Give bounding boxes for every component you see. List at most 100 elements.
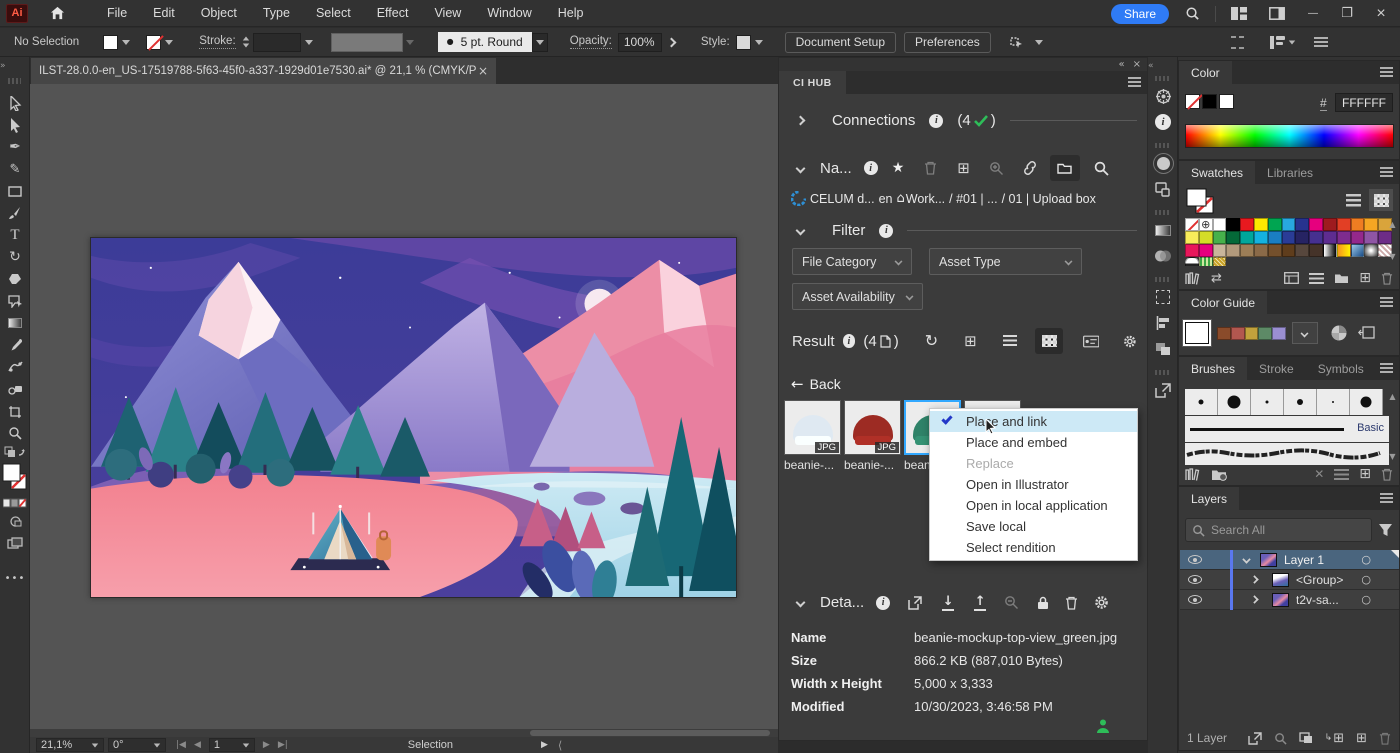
style-swatch[interactable] [736,35,751,50]
screen-mode-icon[interactable] [0,532,30,554]
swatches-panel-menu-icon[interactable] [1380,167,1393,177]
swatch-grid[interactable] [1185,218,1392,266]
swatch[interactable] [1199,244,1213,257]
swatch[interactable] [1351,244,1365,257]
swatch-grid-view-icon-active[interactable] [1369,189,1393,211]
details-info-icon[interactable]: i [876,596,890,610]
swatch[interactable] [1268,218,1282,231]
symbol-sprayer-tool[interactable] [0,378,30,400]
download-icon[interactable]: ↓ [942,595,954,611]
favorite-star-icon[interactable]: ★ [892,161,905,175]
snap-options-icon[interactable] [1001,31,1031,53]
swatch-scroll-up-icon[interactable]: ▲ [1389,221,1396,229]
window-close-button[interactable]: × [1368,3,1394,25]
swatch[interactable] [1378,231,1392,244]
swatch[interactable] [1240,244,1254,257]
tab-color-guide[interactable]: Color Guide [1179,291,1267,314]
swatch[interactable] [1185,231,1199,244]
prev-artboard-icon[interactable]: ◀ [194,741,201,750]
add-result-icon[interactable]: ⊞ [964,334,977,349]
base-color-swatch[interactable] [1185,322,1209,344]
visibility-eye-icon[interactable] [1188,575,1202,584]
harmony-swatches[interactable] [1217,327,1286,340]
swatch[interactable] [1364,231,1378,244]
horizontal-scrollbar[interactable] [30,729,778,737]
document-tab[interactable]: ILST-28.0.0-en_US-17519788-5f63-45f0-a33… [31,58,496,84]
image-thumbnail[interactable] [1272,593,1289,607]
swatch[interactable] [1213,257,1227,266]
breadcrumb-seg2[interactable]: / 01 | Upload box [1002,192,1096,206]
basic-brush-row[interactable]: Basic [1185,416,1389,442]
layer-row-group[interactable]: <Group> ○ [1180,570,1399,590]
expand-dock-icon[interactable]: « [1148,62,1154,74]
brush-swatch[interactable] [1350,389,1383,415]
rectangle-tool[interactable] [0,180,30,202]
preferences-button[interactable]: Preferences [904,32,991,53]
shape-builder-tool[interactable] [0,290,30,312]
swatch[interactable] [1351,231,1365,244]
brush-swatch[interactable] [1317,389,1350,415]
swatch[interactable] [1199,218,1213,231]
workspace-switcher-icon[interactable] [1268,31,1298,53]
brush-scroll-down-icon[interactable]: ▼ [1389,453,1396,461]
share-button[interactable]: Share [1111,4,1169,24]
swatch[interactable] [1337,231,1351,244]
selection-tool[interactable] [0,92,30,114]
document-setup-button[interactable]: Document Setup [785,32,896,53]
add-folder-icon[interactable]: ⊞ [957,161,970,176]
brush-scroll-up-icon[interactable]: ▲ [1389,393,1396,401]
navigation-info-icon[interactable]: i [864,161,878,175]
brush-caret-icon[interactable] [532,33,548,52]
export-panel-icon[interactable] [1148,377,1178,403]
snap-caret-icon[interactable] [1035,40,1043,45]
color-white-swatch[interactable] [1219,94,1234,109]
zoom-level-select[interactable]: 21,1% [36,738,104,752]
swatch[interactable] [1282,218,1296,231]
cihub-tab[interactable]: CI HUB [779,71,846,94]
layers-panel-menu-icon[interactable] [1380,493,1393,503]
menu-item[interactable]: Effect [364,0,422,27]
artboard-navigation-select[interactable]: 1 [209,738,255,752]
status-expand-icon[interactable]: ▶ [541,741,548,750]
swatch[interactable] [1240,218,1254,231]
swatch[interactable] [1185,244,1199,257]
hex-value-input[interactable]: FFFFFF [1335,93,1393,112]
open-external-icon[interactable] [908,596,922,610]
first-artboard-icon[interactable]: |◀ [176,741,186,750]
window-minimize-button[interactable]: — [1300,3,1326,25]
gradient-tool[interactable] [0,312,30,334]
target-circle-icon[interactable]: ○ [1361,554,1371,565]
search-icon[interactable] [1177,3,1207,25]
target-circle-icon[interactable]: ○ [1361,594,1371,605]
swatch[interactable] [1309,218,1323,231]
brush-preview-row[interactable] [1185,389,1389,415]
swatch[interactable] [1185,218,1199,231]
tab-layers[interactable]: Layers [1179,487,1239,510]
symbols-panel-icon[interactable] [1148,150,1178,176]
upload-icon[interactable]: ↑ [974,595,986,611]
swatch[interactable] [1364,218,1378,231]
swatch[interactable] [1351,218,1365,231]
new-brush-icon[interactable]: ⊞ [1359,467,1371,481]
breadcrumb-lang[interactable]: en [879,192,893,206]
harmony-swatch[interactable] [1231,327,1245,340]
home-icon[interactable] [42,2,72,24]
folder-view-button-active[interactable] [1050,155,1080,181]
tab-stroke[interactable]: Stroke [1247,357,1306,380]
asset-type-dropdown[interactable]: Asset Type [929,248,1082,275]
swatch[interactable] [1213,244,1227,257]
visibility-eye-icon[interactable] [1188,555,1202,564]
swatch[interactable] [1323,231,1337,244]
menu-item[interactable]: Edit [140,0,188,27]
window-restore-button[interactable]: ❐ [1334,3,1360,25]
swatch[interactable] [1254,244,1268,257]
swatch[interactable] [1199,231,1213,244]
direct-selection-tool[interactable] [0,114,30,136]
layer-thumbnail[interactable] [1260,553,1277,567]
swatch[interactable] [1282,244,1296,257]
layers-filter-funnel-icon[interactable] [1378,523,1393,537]
more-tools-icon[interactable]: ••• [0,568,30,590]
layer-row-layer1[interactable]: Layer 1 ○ [1180,550,1399,570]
harmony-swatch[interactable] [1258,327,1272,340]
delete-asset-icon[interactable] [1065,596,1078,610]
